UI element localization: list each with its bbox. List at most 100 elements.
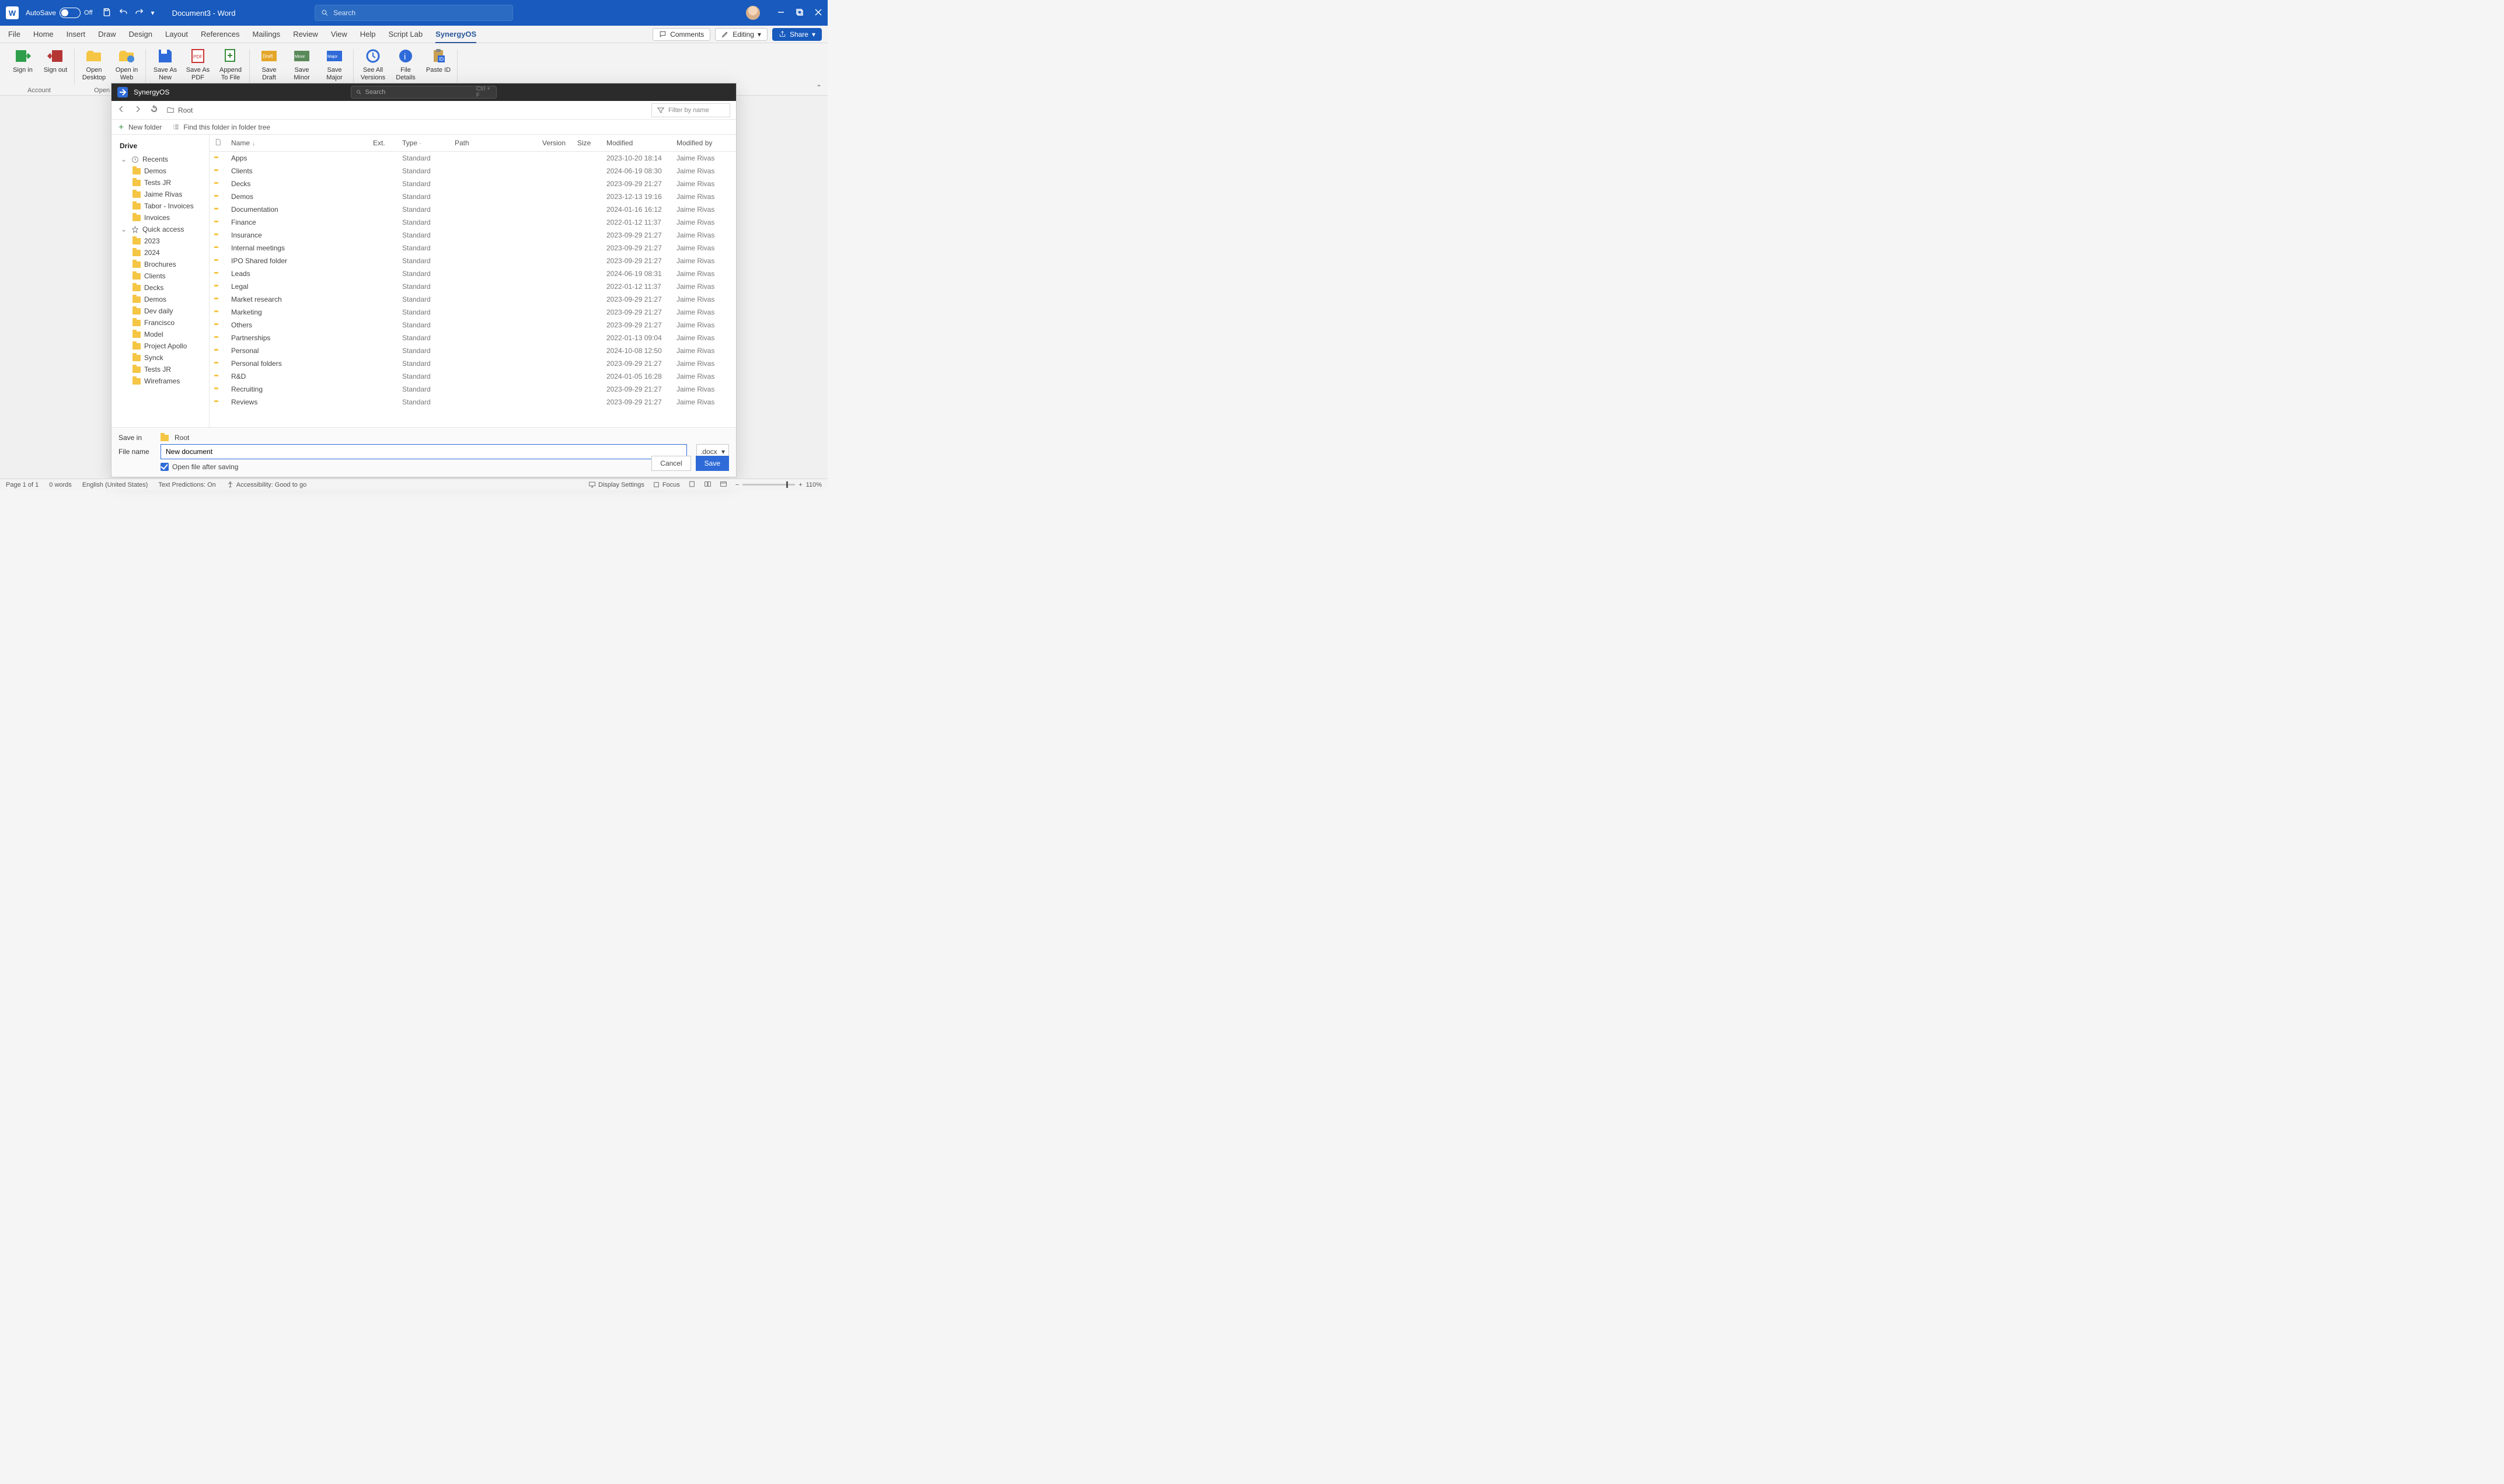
save-minor-button[interactable]: Minor Save Minor [287, 46, 316, 81]
signin-button[interactable]: Sign in [8, 46, 37, 74]
tab-help[interactable]: Help [360, 30, 376, 39]
table-row[interactable]: IPO Shared folderStandard2023-09-29 21:2… [210, 254, 736, 267]
save-draft-button[interactable]: Draft Save Draft [254, 46, 284, 81]
tell-me-search[interactable] [315, 5, 513, 21]
breadcrumb[interactable]: Root [166, 106, 193, 114]
tell-me-input[interactable] [333, 9, 507, 17]
sidebar-item[interactable]: Invoices [115, 212, 209, 224]
sidebar-quick-access[interactable]: ⌄ Quick access [115, 224, 209, 235]
open-after-save-checkbox[interactable]: Open file after saving [161, 463, 729, 471]
sidebar-item[interactable]: Clients [115, 270, 209, 282]
share-button[interactable]: Share ▾ [772, 28, 822, 41]
tab-view[interactable]: View [331, 30, 347, 39]
open-desktop-button[interactable]: Open Desktop [79, 46, 109, 81]
minimize-icon[interactable] [777, 9, 784, 18]
col-size[interactable]: Size [573, 135, 602, 152]
tab-design[interactable]: Design [129, 30, 152, 39]
table-row[interactable]: InsuranceStandard2023-09-29 21:27Jaime R… [210, 229, 736, 242]
view-print-layout-icon[interactable] [688, 480, 696, 490]
table-row[interactable]: MarketingStandard2023-09-29 21:27Jaime R… [210, 306, 736, 319]
sidebar-item[interactable]: Demos [115, 165, 209, 177]
find-in-tree-button[interactable]: Find this folder in folder tree [172, 123, 270, 131]
status-accessibility[interactable]: Accessibility: Good to go [226, 481, 306, 488]
sidebar-item[interactable]: Francisco [115, 317, 209, 329]
sidebar-item[interactable]: 2023 [115, 235, 209, 247]
undo-icon[interactable] [118, 8, 128, 19]
zoom-in-icon[interactable]: + [798, 481, 802, 488]
new-folder-button[interactable]: New folder [117, 123, 162, 131]
sidebar-item[interactable]: Demos [115, 294, 209, 305]
table-row[interactable]: Internal meetingsStandard2023-09-29 21:2… [210, 242, 736, 254]
forward-icon[interactable] [134, 105, 142, 115]
sidebar-item[interactable]: Tabor - Invoices [115, 200, 209, 212]
append-to-file-button[interactable]: Append To File [216, 46, 245, 81]
sidebar-item[interactable]: Model [115, 329, 209, 340]
table-row[interactable]: R&DStandard2024-01-05 16:28Jaime Rivas [210, 370, 736, 383]
table-row[interactable]: RecruitingStandard2023-09-29 21:27Jaime … [210, 383, 736, 396]
col-modified-by[interactable]: Modified by [672, 135, 736, 152]
save-icon[interactable] [102, 8, 111, 19]
tab-review[interactable]: Review [293, 30, 318, 39]
status-predictions[interactable]: Text Predictions: On [158, 481, 215, 488]
table-row[interactable]: ReviewsStandard2023-09-29 21:27Jaime Riv… [210, 396, 736, 408]
sidebar-item[interactable]: Project Apollo [115, 340, 209, 352]
see-all-versions-button[interactable]: See All Versions [358, 46, 388, 81]
table-row[interactable]: Market researchStandard2023-09-29 21:27J… [210, 293, 736, 306]
table-row[interactable]: PersonalStandard2024-10-08 12:50Jaime Ri… [210, 344, 736, 357]
col-type[interactable]: Type ◦ [397, 135, 450, 152]
tab-insert[interactable]: Insert [67, 30, 86, 39]
col-name[interactable]: Name↓ [226, 135, 368, 152]
sidebar-item[interactable]: Dev daily [115, 305, 209, 317]
table-row[interactable]: AppsStandard2023-10-20 18:14Jaime Rivas [210, 152, 736, 165]
sidebar-item[interactable]: Jaime Rivas [115, 188, 209, 200]
sidebar-item[interactable]: 2024 [115, 247, 209, 259]
collapse-ribbon-icon[interactable]: ⌃ [816, 83, 822, 92]
sidebar-item[interactable]: Synck [115, 352, 209, 364]
dialog-search-input[interactable] [365, 89, 473, 96]
file-details-button[interactable]: i File Details [391, 46, 420, 81]
cancel-button[interactable]: Cancel [651, 456, 690, 471]
table-row[interactable]: OthersStandard2023-09-29 21:27Jaime Riva… [210, 319, 736, 331]
col-version[interactable]: Version [538, 135, 573, 152]
zoom-out-icon[interactable]: − [735, 481, 739, 488]
sidebar-item[interactable]: Wireframes [115, 375, 209, 387]
focus-mode[interactable]: Focus [653, 481, 680, 488]
close-icon[interactable] [815, 9, 822, 18]
tab-scriptlab[interactable]: Script Lab [389, 30, 423, 39]
save-button[interactable]: Save [696, 456, 729, 471]
open-web-button[interactable]: Open in Web [112, 46, 141, 81]
file-name-input[interactable] [161, 444, 687, 459]
table-row[interactable]: DecksStandard2023-09-29 21:27Jaime Rivas [210, 177, 736, 190]
save-as-new-button[interactable]: Save As New [151, 46, 180, 81]
user-avatar[interactable] [746, 6, 760, 20]
tab-file[interactable]: File [8, 30, 20, 39]
save-as-pdf-button[interactable]: PDF Save As PDF [183, 46, 212, 81]
status-page[interactable]: Page 1 of 1 [6, 481, 39, 488]
comments-button[interactable]: Comments [653, 28, 710, 41]
display-settings[interactable]: Display Settings [588, 481, 644, 488]
view-read-mode-icon[interactable] [704, 480, 712, 490]
table-row[interactable]: DemosStandard2023-12-13 19:16Jaime Rivas [210, 190, 736, 203]
editing-mode-button[interactable]: Editing ▾ [715, 28, 768, 41]
refresh-icon[interactable] [150, 105, 158, 115]
zoom-slider[interactable] [742, 484, 795, 486]
table-row[interactable]: LeadsStandard2024-06-19 08:31Jaime Rivas [210, 267, 736, 280]
tab-layout[interactable]: Layout [165, 30, 188, 39]
table-row[interactable]: Personal foldersStandard2023-09-29 21:27… [210, 357, 736, 370]
zoom-value[interactable]: 110% [806, 481, 822, 488]
signout-button[interactable]: Sign out [41, 46, 70, 74]
view-web-layout-icon[interactable] [720, 480, 727, 490]
status-language[interactable]: English (United States) [82, 481, 148, 488]
col-modified[interactable]: Modified [602, 135, 672, 152]
tab-synergyos[interactable]: SynergyOS [435, 30, 476, 43]
tab-draw[interactable]: Draw [98, 30, 116, 39]
sidebar-item[interactable]: Tests JR [115, 364, 209, 375]
save-major-button[interactable]: Major Save Major [320, 46, 349, 81]
table-row[interactable]: PartnershipsStandard2022-01-13 09:04Jaim… [210, 331, 736, 344]
paste-id-button[interactable]: ID Paste ID [424, 46, 453, 81]
col-path[interactable]: Path [450, 135, 538, 152]
sidebar-recents[interactable]: ⌄ Recents [115, 153, 209, 165]
zoom-control[interactable]: − + 110% [735, 481, 822, 488]
col-ext[interactable]: Ext. [368, 135, 397, 152]
tab-home[interactable]: Home [33, 30, 54, 39]
